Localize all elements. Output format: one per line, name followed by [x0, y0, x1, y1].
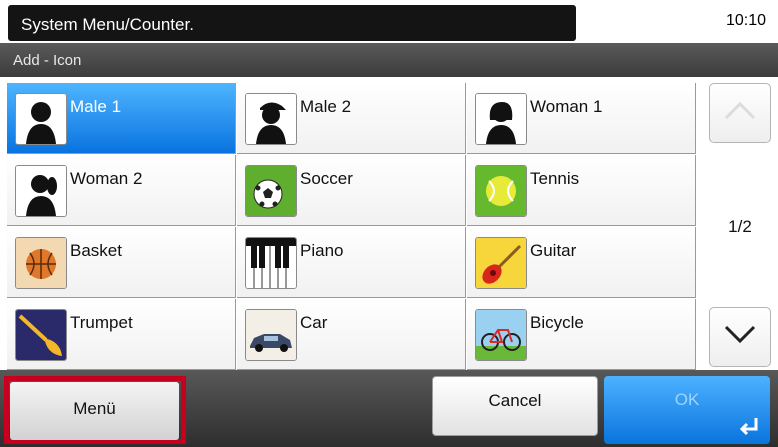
- icon-option-trumpet[interactable]: Trumpet: [7, 299, 236, 370]
- page-scroller: 1/2: [709, 83, 771, 367]
- icon-option-label: Trumpet: [70, 313, 133, 332]
- icon-option-label: Car: [300, 313, 328, 332]
- menu-button-label: Menü: [73, 399, 116, 418]
- icon-grid: Male 1 Male 2 Woman 1 Woman 2 Soccer Ten…: [7, 83, 698, 371]
- icon-option-basket[interactable]: Basket: [7, 227, 236, 298]
- clock: 10:10: [725, 12, 766, 29]
- scroll-up-button[interactable]: [709, 83, 771, 143]
- icon-option-label: Soccer: [300, 169, 353, 188]
- bicycle-icon: [475, 309, 527, 361]
- woman-silhouette-icon: [475, 93, 527, 145]
- icon-option-male-1[interactable]: Male 1: [7, 83, 236, 154]
- menu-button[interactable]: Menü: [10, 382, 179, 440]
- icon-option-woman-1[interactable]: Woman 1: [467, 83, 696, 154]
- sub-header-title: Add - Icon: [13, 52, 82, 69]
- bottom-bar: Menü Cancel OK: [0, 370, 778, 447]
- icon-option-male-2[interactable]: Male 2: [237, 83, 466, 154]
- male-silhouette-icon: [15, 93, 67, 145]
- soccer-ball-icon: [245, 165, 297, 217]
- icon-option-label: Guitar: [530, 241, 577, 260]
- icon-option-label: Male 1: [70, 97, 122, 116]
- icon-option-tennis[interactable]: Tennis: [467, 155, 696, 226]
- icon-option-label: Tennis: [530, 169, 580, 188]
- ok-button-label: OK: [674, 390, 700, 409]
- cancel-button[interactable]: Cancel: [432, 376, 598, 436]
- icon-option-label: Basket: [70, 241, 122, 260]
- icon-option-label: Male 2: [300, 97, 352, 116]
- page-indicator: 1/2: [728, 217, 752, 236]
- chevron-up-icon: [724, 101, 756, 120]
- icon-option-label: Woman 2: [70, 169, 143, 188]
- ok-button[interactable]: OK: [604, 376, 770, 444]
- icon-option-woman-2[interactable]: Woman 2: [7, 155, 236, 226]
- icon-option-label: Bicycle: [530, 313, 584, 332]
- basketball-icon: [15, 237, 67, 289]
- guitar-icon: [475, 237, 527, 289]
- car-icon: [245, 309, 297, 361]
- scroll-down-button[interactable]: [709, 307, 771, 367]
- woman-ponytail-silhouette-icon: [15, 165, 67, 217]
- male-cap-silhouette-icon: [245, 93, 297, 145]
- icon-option-bicycle[interactable]: Bicycle: [467, 299, 696, 370]
- title-box: System Menu/Counter.: [8, 5, 576, 41]
- top-bar: System Menu/Counter. 10:10: [0, 0, 778, 43]
- icon-option-label: Woman 1: [530, 97, 603, 116]
- piano-keys-icon: [245, 237, 297, 289]
- icon-option-soccer[interactable]: Soccer: [237, 155, 466, 226]
- trumpet-icon: [15, 309, 67, 361]
- cancel-button-label: Cancel: [488, 391, 542, 410]
- enter-icon: [739, 418, 758, 436]
- chevron-down-icon: [724, 325, 756, 344]
- sub-header: Add - Icon: [0, 43, 778, 77]
- icon-option-piano[interactable]: Piano: [237, 227, 466, 298]
- icon-option-label: Piano: [300, 241, 344, 260]
- page-title: System Menu/Counter.: [21, 15, 194, 34]
- icon-option-guitar[interactable]: Guitar: [467, 227, 696, 298]
- tennis-ball-icon: [475, 165, 527, 217]
- icon-option-car[interactable]: Car: [237, 299, 466, 370]
